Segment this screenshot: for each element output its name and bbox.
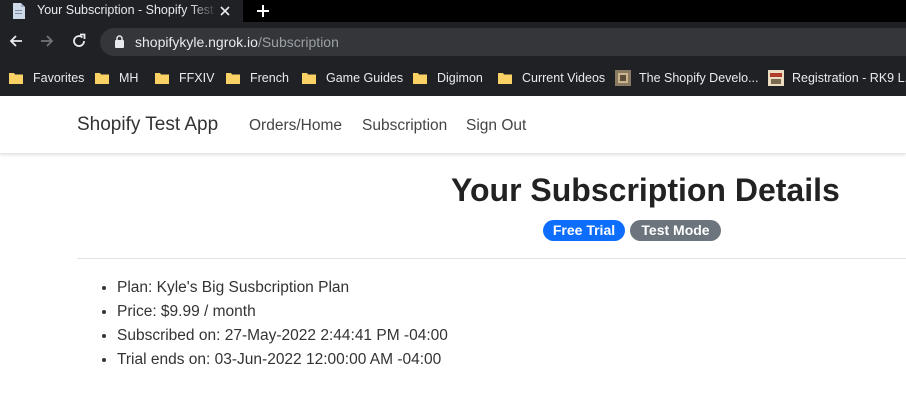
page-title: Your Subscription Details bbox=[451, 172, 840, 208]
url-host: shopifykyle.ngrok.io bbox=[135, 34, 258, 50]
bookmark-mh[interactable]: MH bbox=[95, 60, 138, 96]
active-tab[interactable]: Your Subscription - Shopify Test App bbox=[0, 0, 243, 22]
bookmark-label: Current Videos bbox=[522, 71, 606, 85]
bookmark-label: Favorites bbox=[33, 71, 85, 85]
detail-price: Price: $9.99 / month bbox=[117, 300, 448, 324]
navbar-brand[interactable]: Shopify Test App bbox=[77, 114, 218, 136]
close-icon[interactable] bbox=[218, 4, 232, 18]
forward-arrow-icon[interactable] bbox=[39, 33, 55, 49]
detail-trial-ends: Trial ends on: 03-Jun-2022 12:00:00 AM -… bbox=[117, 348, 448, 372]
test-mode-badge: Test Mode bbox=[630, 220, 721, 241]
bookmark-label: Digimon bbox=[437, 71, 483, 85]
divider bbox=[77, 258, 906, 259]
document-icon bbox=[13, 3, 25, 19]
bookmark-digimon[interactable]: Digimon bbox=[413, 60, 483, 96]
bookmark-game-guides[interactable]: Game Guides bbox=[302, 60, 403, 96]
folder-icon bbox=[302, 73, 316, 84]
bookmark-label: The Shopify Develo... bbox=[639, 71, 759, 85]
folder-icon bbox=[226, 73, 240, 84]
bookmark-shopify-developer[interactable]: The Shopify Develo... bbox=[615, 60, 759, 96]
tab-strip: Your Subscription - Shopify Test App bbox=[0, 0, 906, 22]
bookmark-french[interactable]: French bbox=[226, 60, 289, 96]
browser-toolbar: shopifykyle.ngrok.io/Subscription bbox=[0, 22, 906, 60]
folder-icon bbox=[498, 73, 512, 84]
nav-link-sign-out[interactable]: Sign Out bbox=[466, 117, 526, 135]
tab-title: Your Subscription - Shopify Test App bbox=[37, 3, 217, 17]
bookmarks-bar: Favorites MH FFXIV French Game Guides Di… bbox=[0, 60, 906, 96]
app-navbar: Shopify Test App Orders/Home Subscriptio… bbox=[0, 96, 906, 154]
subscription-details-list: Plan: Kyle's Big Susbcription Plan Price… bbox=[77, 276, 448, 372]
bookmark-ffxiv[interactable]: FFXIV bbox=[155, 60, 214, 96]
bookmark-registration[interactable]: Registration - RK9 L... bbox=[768, 60, 906, 96]
reload-icon[interactable] bbox=[71, 33, 87, 49]
url-text[interactable]: shopifykyle.ngrok.io/Subscription bbox=[135, 34, 339, 50]
site-favicon-icon bbox=[768, 70, 784, 86]
bookmark-favorites[interactable]: Favorites bbox=[9, 60, 84, 96]
url-path: /Subscription bbox=[257, 34, 339, 50]
bookmark-label: Registration - RK9 L... bbox=[792, 71, 906, 85]
back-arrow-icon[interactable] bbox=[8, 33, 24, 49]
detail-plan: Plan: Kyle's Big Susbcription Plan bbox=[117, 276, 448, 300]
folder-icon bbox=[413, 73, 427, 84]
free-trial-badge: Free Trial bbox=[543, 220, 625, 241]
detail-subscribed-on: Subscribed on: 27-May-2022 2:44:41 PM -0… bbox=[117, 324, 448, 348]
folder-icon bbox=[9, 73, 23, 84]
lock-icon[interactable] bbox=[114, 35, 125, 48]
bookmark-label: Game Guides bbox=[326, 71, 404, 85]
bookmark-current-videos[interactable]: Current Videos bbox=[498, 60, 605, 96]
address-bar[interactable]: shopifykyle.ngrok.io/Subscription bbox=[100, 28, 906, 56]
bookmark-label: French bbox=[250, 71, 289, 85]
bookmark-label: FFXIV bbox=[179, 71, 215, 85]
folder-icon bbox=[95, 73, 109, 84]
new-tab-button[interactable] bbox=[255, 3, 271, 19]
nav-link-orders-home[interactable]: Orders/Home bbox=[249, 117, 342, 135]
folder-icon bbox=[155, 73, 169, 84]
nav-link-subscription[interactable]: Subscription bbox=[362, 117, 447, 135]
bookmark-label: MH bbox=[119, 71, 139, 85]
site-favicon-icon bbox=[615, 70, 631, 86]
